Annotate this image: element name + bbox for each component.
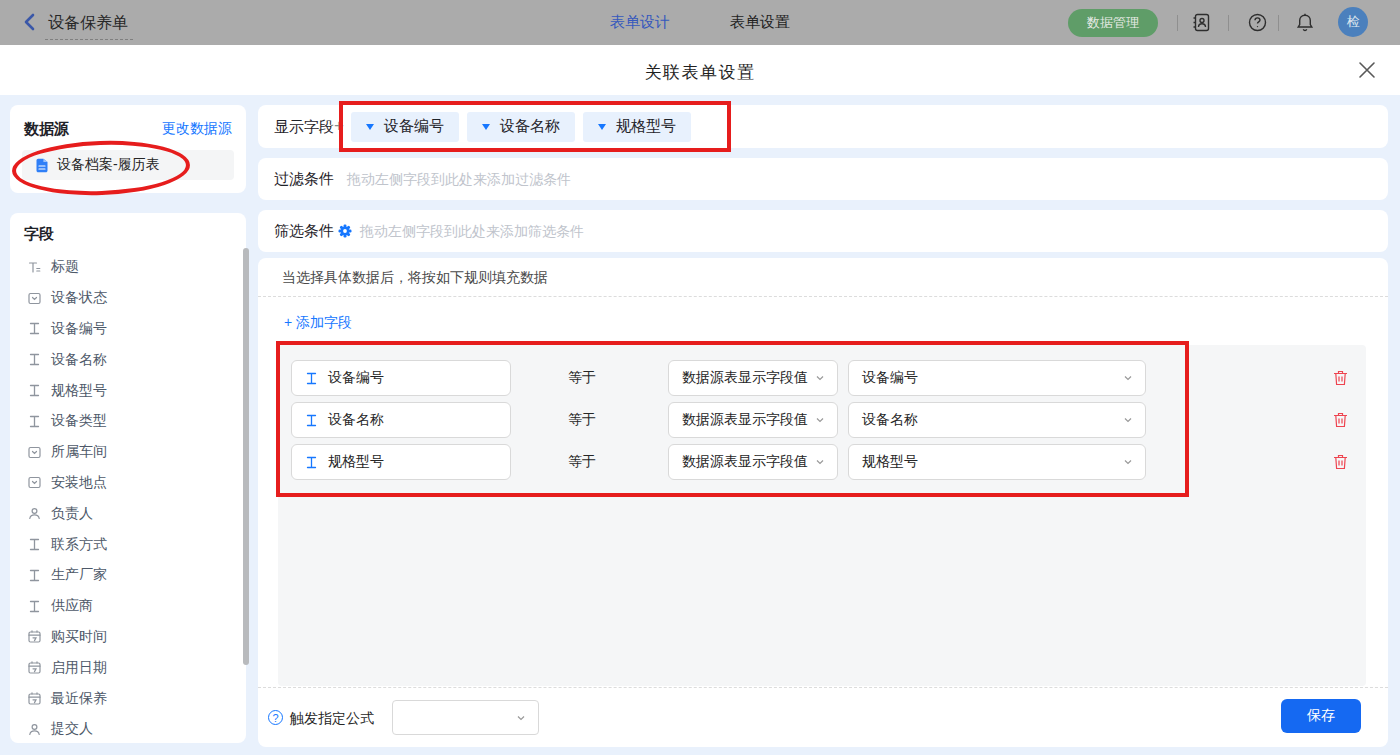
add-field-link[interactable]: + 添加字段 bbox=[284, 314, 352, 332]
select-field-icon bbox=[28, 476, 41, 489]
top-navbar: 设备保养单 表单设计 表单设置 数据管理 检 bbox=[0, 0, 1400, 45]
field-item[interactable]: 最近保养 bbox=[10, 683, 246, 714]
field-item[interactable]: 所属车间 bbox=[10, 437, 246, 468]
modal-title: 关联表单设置 bbox=[0, 61, 1400, 84]
change-datasource-link[interactable]: 更改数据源 bbox=[162, 120, 232, 138]
person-icon bbox=[28, 723, 41, 736]
field-item[interactable]: 设备类型 bbox=[10, 406, 246, 437]
date-icon bbox=[28, 692, 41, 705]
filter-label: 过滤条件 bbox=[274, 170, 334, 189]
field-item[interactable]: 设备名称 bbox=[10, 344, 246, 375]
delete-icon[interactable] bbox=[1333, 412, 1348, 428]
fields-card: 字段 标题 设备状态 设备编号 设备名称 规格型号 设备类型 所属车间 安装地点… bbox=[10, 213, 246, 743]
field-item[interactable]: 设备状态 bbox=[10, 283, 246, 314]
field-item[interactable]: 提交人 bbox=[10, 714, 246, 743]
fields-scrollbar[interactable] bbox=[243, 248, 249, 665]
date-icon bbox=[28, 661, 41, 674]
select-field-icon bbox=[28, 446, 41, 459]
help-icon[interactable] bbox=[1248, 13, 1267, 36]
text-field-icon bbox=[28, 569, 41, 582]
nav-tabs: 表单设计 表单设置 bbox=[0, 0, 1400, 45]
display-fields-label: 显示字段 bbox=[274, 118, 334, 137]
filter-placeholder[interactable]: 拖动左侧字段到此处来添加过滤条件 bbox=[347, 171, 571, 189]
field-item[interactable]: 生产厂家 bbox=[10, 560, 246, 591]
avatar[interactable]: 检 bbox=[1338, 7, 1368, 37]
notification-bell-icon[interactable] bbox=[1296, 13, 1314, 36]
annotation-rect-display-fields bbox=[339, 101, 731, 152]
datasource-title: 数据源 bbox=[24, 120, 69, 139]
text-field-icon bbox=[28, 415, 41, 428]
field-item[interactable]: 设备编号 bbox=[10, 314, 246, 345]
rules-card: 当选择具体数据后，将按如下规则填充数据 + 添加字段 设备编号 等于 数据源表显… bbox=[258, 258, 1388, 747]
field-item[interactable]: 启用日期 bbox=[10, 652, 246, 683]
person-icon bbox=[28, 507, 41, 520]
text-field-icon bbox=[28, 384, 41, 397]
filter-row: 过滤条件 拖动左侧字段到此处来添加过滤条件 bbox=[258, 158, 1388, 200]
annotation-rect-rules bbox=[276, 341, 1189, 497]
field-item[interactable]: 规格型号 bbox=[10, 375, 246, 406]
question-circle-icon[interactable]: ? bbox=[268, 710, 283, 725]
formula-label: 触发指定公式 bbox=[290, 710, 374, 728]
field-item[interactable]: 供应商 bbox=[10, 591, 246, 622]
date-icon bbox=[28, 630, 41, 643]
screen-placeholder[interactable]: 拖动左侧字段到此处来添加筛选条件 bbox=[360, 223, 584, 241]
formula-select[interactable] bbox=[392, 700, 539, 735]
data-manage-button[interactable]: 数据管理 bbox=[1068, 9, 1158, 37]
field-item[interactable]: 购买时间 bbox=[10, 622, 246, 653]
contacts-icon[interactable] bbox=[1192, 13, 1211, 36]
save-button[interactable]: 保存 bbox=[1281, 699, 1361, 733]
text-field-icon bbox=[28, 322, 41, 335]
fields-title: 字段 bbox=[24, 225, 54, 242]
select-field-icon bbox=[28, 292, 41, 305]
tab-form-settings[interactable]: 表单设置 bbox=[730, 13, 790, 32]
title-field-icon bbox=[28, 261, 41, 274]
close-icon[interactable] bbox=[1358, 61, 1376, 79]
field-item[interactable]: 负责人 bbox=[10, 498, 246, 529]
text-field-icon bbox=[28, 538, 41, 551]
field-item[interactable]: 安装地点 bbox=[10, 468, 246, 499]
gear-icon[interactable] bbox=[338, 224, 352, 238]
rules-hint: 当选择具体数据后，将按如下规则填充数据 bbox=[282, 269, 548, 287]
delete-icon[interactable] bbox=[1333, 454, 1348, 470]
tab-form-design[interactable]: 表单设计 bbox=[610, 13, 670, 32]
delete-icon[interactable] bbox=[1333, 370, 1348, 386]
text-field-icon bbox=[28, 600, 41, 613]
screen-row: 筛选条件 拖动左侧字段到此处来添加筛选条件 bbox=[258, 210, 1388, 252]
screen-label: 筛选条件 bbox=[274, 222, 334, 241]
field-item[interactable]: 联系方式 bbox=[10, 529, 246, 560]
field-item[interactable]: 标题 bbox=[10, 252, 246, 283]
text-field-icon bbox=[28, 353, 41, 366]
